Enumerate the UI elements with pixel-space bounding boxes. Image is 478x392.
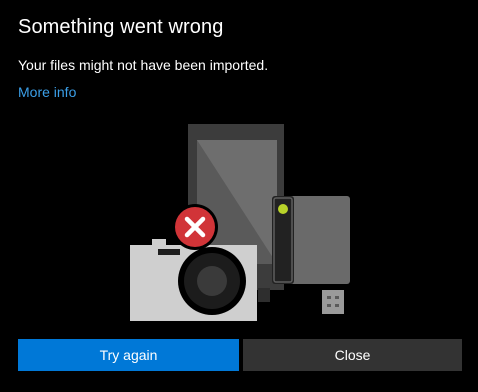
dialog-title: Something went wrong: [18, 16, 224, 38]
try-again-button[interactable]: Try again: [18, 339, 239, 371]
error-dialog: Something went wrong Your files might no…: [0, 0, 478, 392]
close-button[interactable]: Close: [243, 339, 462, 371]
dialog-message: Your files might not have been imported.: [18, 57, 269, 73]
more-info-link[interactable]: More info: [18, 84, 76, 100]
usb-drive-icon: [272, 196, 350, 314]
camera-icon: [130, 239, 257, 321]
error-badge-icon: [172, 204, 218, 250]
tablet-icon: [188, 124, 284, 302]
